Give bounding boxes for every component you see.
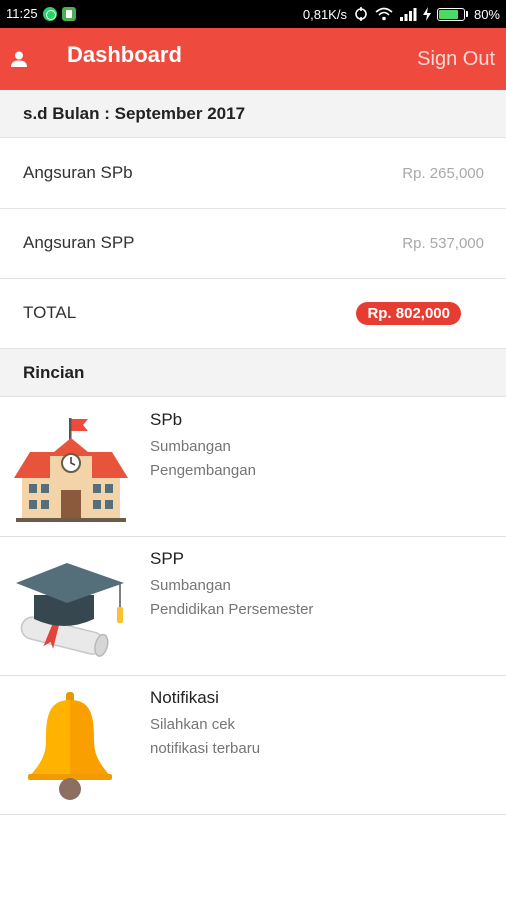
bell-icon — [28, 692, 112, 800]
whatsapp-icon — [42, 6, 57, 21]
battery-percent: 80% — [473, 6, 500, 22]
summary-row-spb: Angsuran SPb Rp. 265,000 — [0, 139, 506, 209]
network-speed: 0,81K/s — [302, 6, 347, 22]
period-label: s.d Bulan : September 2017 — [23, 104, 246, 123]
summary-row-amount: Rp. 537,000 — [402, 235, 484, 252]
detail-item-description: Pendidikan Persemester — [150, 601, 314, 618]
total-amount-badge: Rp. 802,000 — [356, 302, 461, 325]
detail-item-notifikasi[interactable]: Notifikasi Silahkan cek notifikasi terba… — [0, 676, 506, 815]
summary-row-name: Angsuran SPb — [23, 163, 133, 182]
detail-item-description: notifikasi terbaru — [150, 740, 261, 757]
detail-item-description: Pengembangan — [150, 462, 256, 479]
detail-item-description: Sumbangan — [150, 438, 231, 455]
battery-icon — [436, 7, 468, 21]
summary-row-name: Angsuran SPP — [23, 233, 135, 252]
detail-item-title: SPb — [150, 410, 183, 429]
graduation-cap-diploma-icon — [16, 563, 124, 657]
app-bar: Dashboard Sign Out — [0, 28, 506, 90]
signal-icon — [399, 8, 417, 21]
detail-item-description: Sumbangan — [150, 577, 231, 594]
charging-icon — [422, 7, 431, 21]
status-bar: 11:25 0,81K/s 80% — [0, 0, 506, 28]
page-title: Dashboard — [67, 42, 182, 67]
summary-row-spp: Angsuran SPP Rp. 537,000 — [0, 209, 506, 279]
status-time: 11:25 — [6, 6, 38, 21]
notification-app-icon — [61, 6, 76, 21]
detail-item-spb[interactable]: SPb Sumbangan Pengembangan — [0, 398, 506, 537]
school-building-icon — [14, 418, 128, 522]
summary-row-total: TOTAL Rp. 802,000 — [0, 279, 506, 349]
total-label: TOTAL — [23, 303, 77, 322]
status-bar-left: 11:25 — [6, 6, 76, 21]
detail-item-spp[interactable]: SPP Sumbangan Pendidikan Persemester — [0, 537, 506, 676]
details-section-header: Rincian — [0, 349, 506, 397]
detail-item-description: Silahkan cek — [150, 716, 236, 733]
status-bar-right: 0,81K/s 80% — [303, 6, 500, 22]
period-header: s.d Bulan : September 2017 — [0, 90, 506, 138]
details-section-label: Rincian — [23, 363, 85, 382]
detail-item-title: Notifikasi — [150, 688, 219, 707]
wifi-icon — [375, 7, 393, 21]
sign-out-button[interactable]: Sign Out — [417, 48, 495, 71]
battery-fill — [438, 9, 459, 19]
detail-item-title: SPP — [150, 549, 185, 568]
summary-row-amount: Rp. 265,000 — [402, 165, 484, 182]
sync-icon — [355, 7, 367, 21]
user-icon[interactable] — [10, 50, 28, 68]
